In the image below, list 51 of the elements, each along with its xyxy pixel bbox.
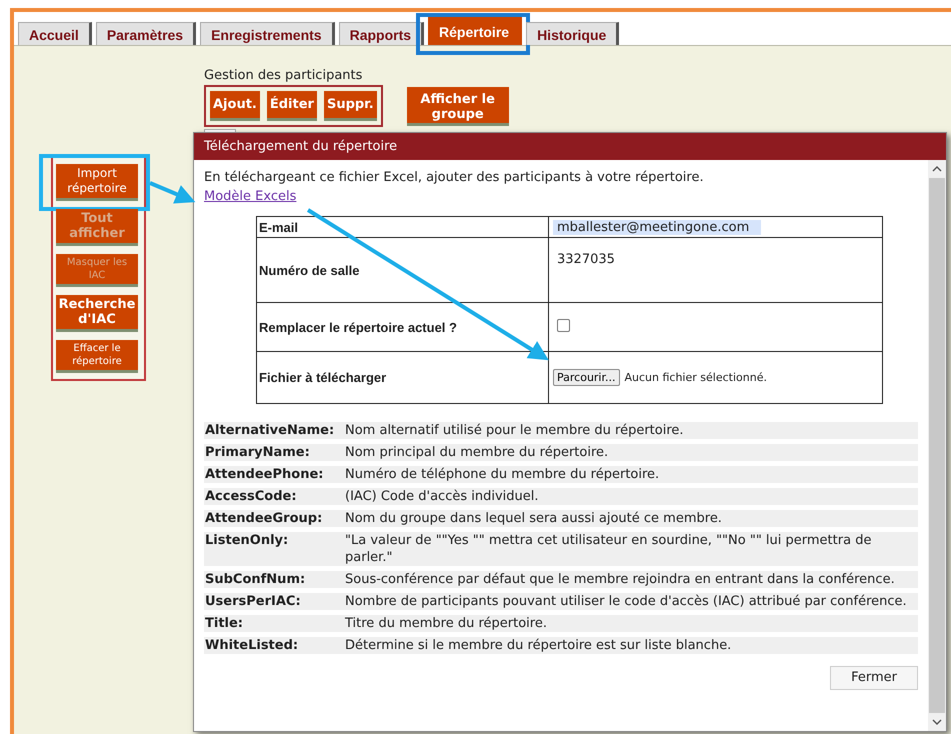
tab[interactable]: Historique [526, 22, 620, 45]
tab[interactable]: Enregistrements [200, 22, 335, 45]
field-description: Titre du membre du répertoire. [345, 615, 548, 632]
dialog-title: Téléchargement du répertoire [194, 133, 946, 160]
file-status: Aucun fichier sélectionné. [624, 371, 767, 384]
field-description: Nom principal du membre du répertoire. [345, 444, 610, 461]
field-name: ListenOnly: [204, 532, 290, 550]
email-field[interactable]: mballester@meetingone.com [553, 220, 761, 234]
field-name: AttendeeGroup: [204, 510, 324, 527]
browse-button[interactable]: Parcourir... [553, 369, 620, 386]
side-button[interactable]: Import répertoire [56, 164, 138, 201]
action-button[interactable]: Éditer [266, 91, 317, 121]
field-name: AccessCode: [204, 488, 298, 505]
room-number: 3327035 [557, 252, 615, 267]
close-button[interactable]: Fermer [830, 666, 918, 690]
tab[interactable]: Rapports [338, 22, 424, 45]
show-group-button[interactable]: Afficher le groupe [406, 87, 509, 126]
replace-checkbox[interactable] [557, 318, 570, 332]
form-label: Fichier à télécharger [256, 352, 548, 404]
section-title: Gestion des participants [204, 68, 364, 83]
field-description: Nombre de participants pouvant utiliser le code d'accès (IAC) attribué par conférence. [345, 593, 908, 610]
tab[interactable]: Répertoire [428, 17, 522, 45]
field-name: AttendeePhone: [204, 466, 324, 483]
action-button[interactable]: Ajout. [210, 91, 260, 121]
field-name: WhiteListed: [204, 637, 300, 654]
form-label: E-mail [256, 216, 548, 238]
side-button[interactable]: Recherche d'IAC [56, 295, 138, 332]
field-description: Nom alternatif utilisé pour le membre du répertoire. [345, 422, 685, 439]
form-label: Numéro de salle [256, 238, 548, 302]
intro-text: En téléchargeant ce fichier Excel, ajouter des participants à votre répertoire. [204, 169, 705, 187]
side-button[interactable]: Effacer le répertoire [56, 340, 138, 373]
field-name: SubConfNum: [204, 571, 306, 588]
scroll-down-icon[interactable] [932, 719, 942, 725]
field-description: "La valeur de ""Yes "" mettra cet utilisateur en sourdine, ""No "" lui permettra de parler." [345, 532, 872, 566]
field-name: Title: [204, 615, 244, 632]
field-description: (IAC) Code d'accès individuel. [345, 488, 540, 505]
field-description: Nom du groupe dans lequel sera aussi ajouté ce membre. [345, 510, 723, 527]
form-label: Remplacer le répertoire actuel ? [256, 302, 548, 352]
annotation-arrow [149, 181, 196, 204]
field-name: AlternativeName: [204, 422, 336, 439]
field-name: PrimaryName: [204, 444, 311, 461]
template-link[interactable]: Modèle Excels [204, 187, 296, 206]
field-description: Numéro de téléphone du membre du répertoire. [345, 466, 660, 483]
field-description: Détermine si le membre du répertoire est sur liste blanche. [345, 637, 732, 654]
tab[interactable]: Paramètres [96, 22, 196, 45]
tab[interactable]: Accueil [18, 22, 92, 45]
scroll-up-icon[interactable] [932, 166, 942, 172]
action-button[interactable]: Suppr. [324, 91, 377, 121]
field-name: UsersPerIAC: [204, 593, 302, 610]
field-description: Sous-conférence par défaut que le membre rejoindra en entrant dans la conférence. [345, 571, 896, 588]
scrollbar[interactable] [928, 160, 946, 731]
